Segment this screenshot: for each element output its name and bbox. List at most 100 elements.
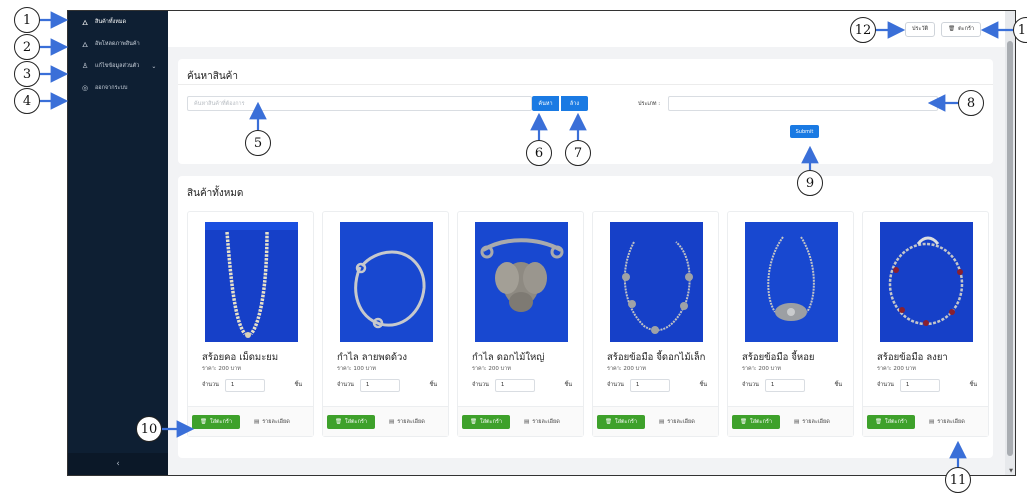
user-icon: ♙ [81,62,89,70]
unit-label: ชิ้น [429,382,438,388]
quantity-label: จำนวน [202,382,219,388]
product-price: ราคา: 100 บาท [337,366,376,372]
product-card: สร้อยข้อมือ จี้หอย ราคา: 200 บาท จำนวน 1… [727,211,854,437]
add-to-cart-button[interactable]: 🗑 ใส่ตะกร้า [192,415,240,429]
add-to-cart-label: ใส่ตะกร้า [210,419,232,425]
product-image[interactable] [340,222,433,342]
product-card: กำไล ดอกไม้ใหญ่ ราคา: 200 บาท จำนวน 1 ชิ… [457,211,584,437]
unit-label: ชิ้น [699,382,708,388]
quantity-input[interactable]: 1 [224,378,265,392]
product-footer: 🗑 ใส่ตะกร้า ▤ รายละเอียด [323,406,448,436]
app-window: 🜂 สินค้าทั้งหมด 🜂 อัพโหลดภาพสินค้า ♙ แก้… [67,10,1016,476]
quantity-label: จำนวน [607,382,624,388]
callout-9: 9 [797,170,823,196]
product-name: สร้อยข้อมือ ลงยา [877,352,948,363]
type-input[interactable] [668,96,938,111]
cart-icon: 🗑 [740,419,748,425]
sidebar-collapse-button[interactable]: ‹ [68,453,168,475]
details-label: รายละเอียด [937,419,965,425]
add-to-cart-button[interactable]: 🗑 ใส่ตะกร้า [732,415,780,429]
add-to-cart-label: ใส่ตะกร้า [615,419,637,425]
quantity-label: จำนวน [742,382,759,388]
submit-button[interactable]: Submit [790,125,819,138]
cart-icon: 🗑 [470,419,478,425]
add-to-cart-button[interactable]: 🗑 ใส่ตะกร้า [597,415,645,429]
scrollbar[interactable]: ▼ [1005,11,1015,475]
type-label: ประเภท : [638,100,661,107]
quantity-input[interactable]: 1 [629,378,670,392]
products-card: สินค้าทั้งหมด สร้อยคอ เม็ดมะยม ราคา: 200… [178,176,993,458]
product-price: ราคา: 200 บาท [877,366,916,372]
add-to-cart-label: ใส่ตะกร้า [345,419,367,425]
product-image[interactable] [475,222,568,342]
details-button[interactable]: ▤ รายละเอียด [929,415,965,429]
product-image[interactable] [610,222,703,342]
search-input[interactable]: ค้นหาสินค้าที่ต้องการ [187,96,532,111]
quantity-input[interactable]: 1 [899,378,940,392]
scrollbar-thumb[interactable] [1007,41,1013,456]
product-footer: 🗑 ใส่ตะกร้า ▤ รายละเอียด [728,406,853,436]
callout-11: 11 [945,467,971,493]
search-title: ค้นหาสินค้า [178,59,993,85]
details-button[interactable]: ▤ รายละเอียด [254,415,290,429]
clear-button[interactable]: ล้าง [561,96,588,111]
product-image[interactable] [205,222,298,342]
product-footer: 🗑 ใส่ตะกร้า ▤ รายละเอียด [863,406,988,436]
add-to-cart-button[interactable]: 🗑 ใส่ตะกร้า [327,415,375,429]
product-name: กำไล ดอกไม้ใหญ่ [472,352,545,363]
sidebar-item-edit-profile[interactable]: ♙ แก้ไขข้อมูลส่วนตัว ⌄ [68,55,168,77]
details-icon: ▤ [254,419,260,425]
cart-icon: 🗑 [875,419,883,425]
topbar: ประวัติ 🗑 ตะกร้า [168,11,1015,47]
product-name: สร้อยคอ เม็ดมะยม [202,352,279,363]
product-image[interactable] [880,222,973,342]
sidebar-item-all-products[interactable]: 🜂 สินค้าทั้งหมด [68,11,168,33]
cart-button[interactable]: 🗑 ตะกร้า [941,21,981,37]
quantity-input[interactable]: 1 [764,378,805,392]
history-button-label: ประวัติ [912,26,929,32]
products-title: สินค้าทั้งหมด [187,188,244,199]
details-button[interactable]: ▤ รายละเอียด [389,415,425,429]
product-footer: 🗑 ใส่ตะกร้า ▤ รายละเอียด [593,406,718,436]
unit-label: ชิ้น [834,382,843,388]
sidebar-item-logout[interactable]: ◎ ออกจากระบบ [68,77,168,99]
product-price: ราคา: 200 บาท [742,366,781,372]
chevron-down-icon: ⌄ [151,62,157,70]
unit-label: ชิ้น [294,382,303,388]
add-to-cart-label: ใส่ตะกร้า [750,419,772,425]
callout-12: 12 [850,17,876,43]
quantity-row: จำนวน 1 ชิ้น [877,378,977,392]
cart-icon: 🗑 [200,419,208,425]
details-button[interactable]: ▤ รายละเอียด [659,415,695,429]
product-icon: 🜂 [81,19,89,27]
add-to-cart-button[interactable]: 🗑 ใส่ตะกร้า [867,415,915,429]
details-label: รายละเอียด [262,419,290,425]
product-name: สร้อยข้อมือ จี้ดอกไม้เล็ก [607,352,706,363]
quantity-label: จำนวน [337,382,354,388]
details-button[interactable]: ▤ รายละเอียด [794,415,830,429]
product-image[interactable] [745,222,838,342]
quantity-label: จำนวน [472,382,489,388]
add-to-cart-button[interactable]: 🗑 ใส่ตะกร้า [462,415,510,429]
chevron-left-icon: ‹ [116,459,120,469]
cart-button-label: ตะกร้า [958,26,974,32]
sidebar-item-label: อัพโหลดภาพสินค้า [95,41,140,47]
details-icon: ▤ [389,419,395,425]
history-button[interactable]: ประวัติ [905,21,936,37]
sidebar-item-label: สินค้าทั้งหมด [95,19,127,25]
search-button[interactable]: ค้นหา [532,96,559,111]
logout-icon: ◎ [81,84,89,92]
callout-7: 7 [565,140,591,166]
sidebar-item-upload-images[interactable]: 🜂 อัพโหลดภาพสินค้า [68,33,168,55]
product-grid: สร้อยคอ เม็ดมะยม ราคา: 200 บาท จำนวน 1 ช… [187,211,989,437]
quantity-row: จำนวน 1 ชิ้น [337,378,437,392]
product-price: ราคา: 200 บาท [472,366,511,372]
callout-5: 5 [245,130,271,156]
cart-icon: 🗑 [948,26,956,32]
product-footer: 🗑 ใส่ตะกร้า ▤ รายละเอียด [458,406,583,436]
scroll-down-icon[interactable]: ▼ [1009,468,1013,474]
quantity-input[interactable]: 1 [359,378,400,392]
quantity-input[interactable]: 1 [494,378,535,392]
details-button[interactable]: ▤ รายละเอียด [524,415,560,429]
details-icon: ▤ [929,419,935,425]
